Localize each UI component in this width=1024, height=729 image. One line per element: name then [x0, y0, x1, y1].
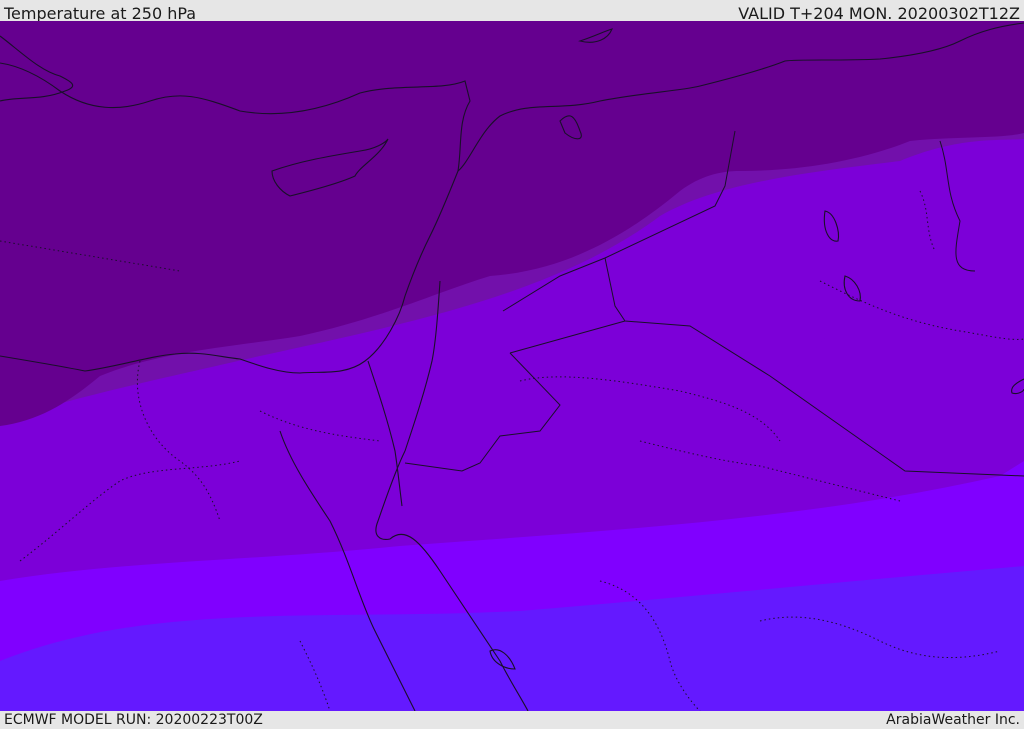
temperature-bands [0, 21, 1024, 711]
model-run-label: ECMWF MODEL RUN: 20200223T00Z [4, 712, 263, 728]
map-footer: ECMWF MODEL RUN: 20200223T00Z ArabiaWeat… [0, 711, 1024, 729]
credit-label: ArabiaWeather Inc. [886, 712, 1020, 728]
map-header: Temperature at 250 hPa VALID T+204 MON. … [0, 0, 1024, 23]
temperature-map [0, 21, 1024, 711]
